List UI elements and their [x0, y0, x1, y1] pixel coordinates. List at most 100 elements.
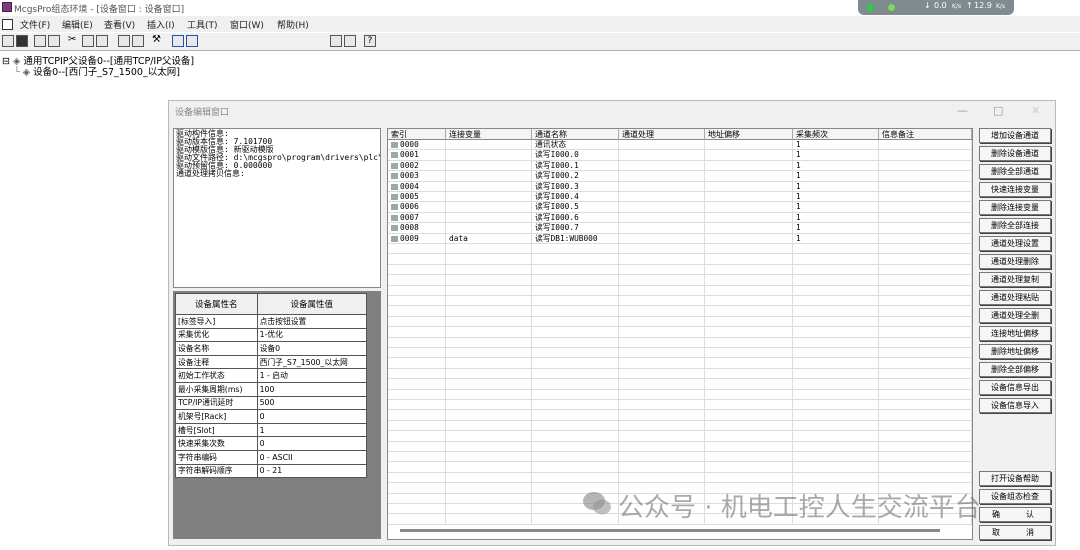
empty-grid-cell[interactable] [388, 379, 446, 390]
channel-cell[interactable]: 通讯状态 [532, 140, 619, 151]
empty-grid-cell[interactable] [879, 348, 972, 359]
close-icon[interactable]: ✕ [1031, 104, 1040, 117]
copy-icon[interactable] [82, 35, 94, 47]
device-action-button[interactable]: 删除全部连接 [979, 218, 1051, 233]
empty-grid-cell[interactable] [388, 285, 446, 296]
empty-grid-cell[interactable] [879, 327, 972, 338]
redo-icon[interactable] [132, 35, 144, 47]
empty-grid-cell[interactable] [388, 400, 446, 411]
device-action-button[interactable]: 通道处理粘贴 [979, 290, 1051, 305]
system-menu-icon[interactable] [2, 19, 13, 30]
empty-grid-cell[interactable] [619, 379, 705, 390]
empty-grid-cell[interactable] [446, 431, 532, 442]
device-action-button[interactable]: 增加设备通道 [979, 128, 1051, 143]
empty-grid-cell[interactable] [793, 275, 879, 286]
empty-grid-cell[interactable] [532, 358, 619, 369]
empty-grid-cell[interactable] [793, 254, 879, 265]
empty-grid-cell[interactable] [705, 452, 793, 463]
channel-cell[interactable] [446, 140, 532, 151]
empty-grid-cell[interactable] [446, 420, 532, 432]
empty-grid-cell[interactable] [446, 275, 532, 286]
channel-cell[interactable]: 读写I000.0 [532, 150, 619, 161]
empty-grid-cell[interactable] [446, 327, 532, 338]
empty-grid-cell[interactable] [446, 306, 532, 317]
channel-cell[interactable] [446, 212, 532, 224]
menu-file[interactable]: 文件(F) [20, 18, 50, 31]
menu-window[interactable]: 窗口(W) [230, 18, 264, 31]
empty-grid-cell[interactable] [793, 327, 879, 338]
channel-cell[interactable]: 读写I000.3 [532, 181, 619, 192]
cancel-button[interactable]: 取消 [979, 525, 1051, 540]
empty-grid-cell[interactable] [879, 368, 972, 380]
empty-grid-cell[interactable] [619, 452, 705, 463]
empty-grid-cell[interactable] [879, 254, 972, 265]
property-row[interactable]: [标签导入] 点击按钮设置 [175, 314, 368, 329]
save-icon[interactable] [16, 35, 28, 47]
channel-cell[interactable] [619, 212, 705, 224]
empty-grid-cell[interactable] [879, 452, 972, 463]
empty-grid-cell[interactable] [705, 275, 793, 286]
empty-grid-cell[interactable] [879, 285, 972, 296]
device-action-button[interactable]: 删除连接变量 [979, 200, 1051, 215]
empty-grid-cell[interactable] [446, 254, 532, 265]
empty-grid-cell[interactable] [619, 296, 705, 307]
empty-grid-cell[interactable] [532, 306, 619, 317]
channel-cell[interactable] [619, 150, 705, 161]
empty-grid-cell[interactable] [705, 368, 793, 380]
empty-grid-cell[interactable] [619, 410, 705, 421]
property-value[interactable]: 1-优化 [256, 327, 368, 343]
channel-cell[interactable] [705, 171, 793, 182]
channel-cell[interactable] [879, 150, 972, 161]
print-icon[interactable] [34, 35, 46, 47]
preview-icon[interactable] [48, 35, 60, 47]
empty-grid-cell[interactable] [619, 431, 705, 442]
property-row[interactable]: TCP/IP通讯延时 500 [175, 395, 368, 411]
grid-column-header[interactable]: 信息备注 [879, 129, 972, 140]
empty-grid-cell[interactable] [793, 316, 879, 328]
menu-view[interactable]: 查看(V) [104, 18, 135, 31]
empty-grid-cell[interactable] [705, 379, 793, 390]
empty-grid-cell[interactable] [705, 472, 793, 484]
channel-cell[interactable] [705, 233, 793, 244]
channel-cell[interactable] [619, 233, 705, 244]
empty-grid-cell[interactable] [879, 462, 972, 473]
help-icon[interactable]: ? [364, 35, 376, 47]
empty-grid-cell[interactable] [793, 358, 879, 369]
empty-grid-cell[interactable] [388, 493, 446, 504]
property-value[interactable]: 设备0 [256, 341, 368, 356]
empty-grid-cell[interactable] [793, 400, 879, 411]
empty-grid-cell[interactable] [388, 327, 446, 338]
channel-index-cell[interactable]: 0004 [388, 181, 446, 192]
empty-grid-cell[interactable] [446, 244, 532, 255]
empty-grid-cell[interactable] [532, 316, 619, 328]
cut-icon[interactable]: ✂ [68, 35, 80, 47]
empty-grid-cell[interactable] [446, 358, 532, 369]
empty-grid-cell[interactable] [705, 296, 793, 307]
empty-grid-cell[interactable] [388, 431, 446, 442]
empty-grid-cell[interactable] [388, 441, 446, 452]
empty-grid-cell[interactable] [532, 379, 619, 390]
channel-cell[interactable] [705, 223, 793, 234]
grid-column-header[interactable]: 通道名称 [532, 129, 619, 140]
empty-grid-cell[interactable] [705, 285, 793, 296]
empty-grid-cell[interactable] [446, 472, 532, 484]
channel-cell[interactable]: data [446, 233, 532, 244]
channel-cell[interactable] [446, 192, 532, 203]
channel-cell[interactable] [879, 160, 972, 172]
empty-grid-cell[interactable] [532, 462, 619, 473]
maximize-icon[interactable]: □ [993, 104, 1003, 117]
grid-column-header[interactable]: 连接变量 [446, 129, 532, 140]
empty-grid-cell[interactable] [793, 368, 879, 380]
property-value[interactable]: 1 - 启动 [256, 368, 368, 383]
empty-grid-cell[interactable] [388, 348, 446, 359]
empty-grid-cell[interactable] [619, 389, 705, 400]
property-row[interactable]: 快速采集次数 0 [175, 436, 368, 451]
empty-grid-cell[interactable] [446, 348, 532, 359]
empty-grid-cell[interactable] [446, 379, 532, 390]
property-row[interactable]: 设备名称 设备0 [175, 341, 368, 356]
device-action-button[interactable]: 通道处理全删 [979, 308, 1051, 323]
empty-grid-cell[interactable] [619, 462, 705, 473]
channel-index-cell[interactable]: 0009 [388, 233, 446, 244]
empty-grid-cell[interactable] [879, 358, 972, 369]
channel-index-cell[interactable]: 0000 [388, 140, 446, 151]
